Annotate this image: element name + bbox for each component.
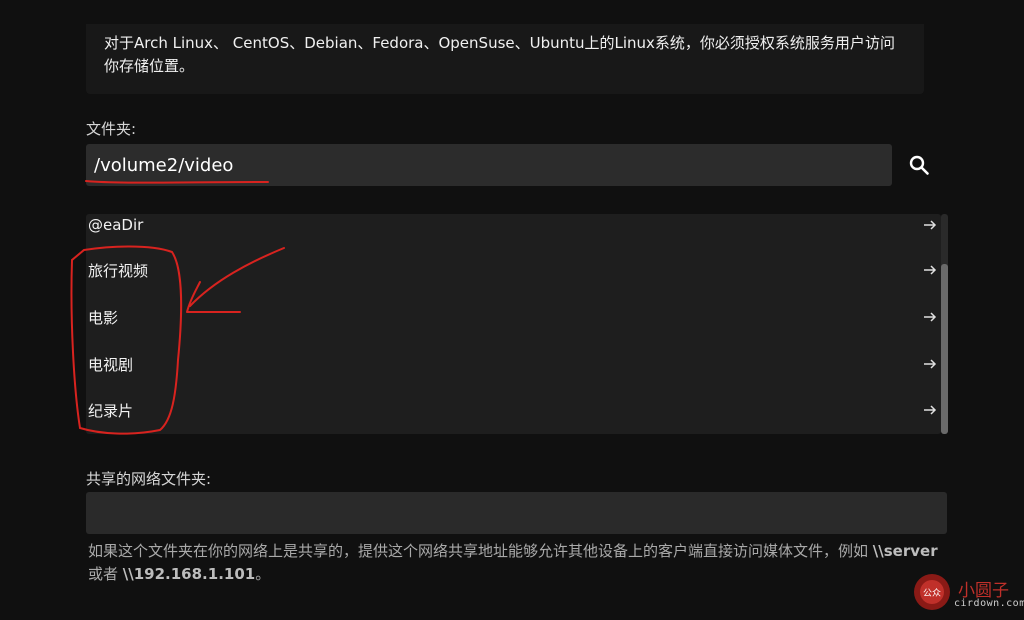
folder-item[interactable]: 旅行视频 — [86, 247, 941, 293]
hint-text-end: 。 — [255, 565, 271, 583]
watermark-url: cirdown.com — [954, 598, 1024, 609]
arrow-right-icon — [924, 220, 937, 230]
folder-name: 纪录片 — [88, 401, 134, 420]
arrow-right-icon — [924, 265, 937, 275]
arrow-right-icon — [924, 312, 937, 322]
info-panel: 对于Arch Linux、 CentOS、Debian、Fedora、OpenS… — [86, 24, 924, 94]
folder-list: @eaDir 旅行视频 电影 电视剧 纪录片 — [86, 214, 941, 434]
watermark-logo: 公众 — [912, 572, 952, 612]
folder-name: 电视剧 — [88, 355, 134, 374]
network-share-label: 共享的网络文件夹: — [86, 470, 212, 488]
scrollbar-thumb[interactable] — [941, 264, 948, 434]
folder-item[interactable]: 纪录片 — [86, 387, 941, 433]
folder-name: 电影 — [88, 308, 119, 327]
folder-item[interactable]: @eaDir — [86, 214, 941, 248]
folder-item[interactable]: 电影 — [86, 294, 941, 340]
hint-example-ip: \\192.168.1.101 — [122, 565, 256, 583]
hint-text-or: 或者 — [88, 565, 123, 583]
network-share-hint: 如果这个文件夹在你的网络上是共享的，提供这个网络共享地址能够允许其他设备上的客户… — [88, 540, 948, 586]
hint-text: 如果这个文件夹在你的网络上是共享的，提供这个网络共享地址能够允许其他设备上的客户… — [88, 542, 873, 560]
info-text: 对于Arch Linux、 CentOS、Debian、Fedora、OpenS… — [104, 34, 895, 75]
arrow-right-icon — [924, 405, 937, 415]
folder-path-input[interactable] — [86, 144, 892, 186]
search-icon — [909, 155, 929, 175]
folder-label: 文件夹: — [86, 120, 137, 138]
folder-item[interactable]: 电视剧 — [86, 341, 941, 387]
folder-name: 旅行视频 — [88, 261, 149, 280]
hint-example-server: \\server — [872, 542, 938, 560]
search-button[interactable] — [904, 150, 934, 180]
folder-name: @eaDir — [88, 216, 144, 234]
svg-text:公众: 公众 — [923, 588, 941, 599]
folder-list-scrollbar[interactable] — [941, 214, 948, 434]
arrow-right-icon — [924, 359, 937, 369]
network-share-input[interactable] — [86, 492, 947, 534]
